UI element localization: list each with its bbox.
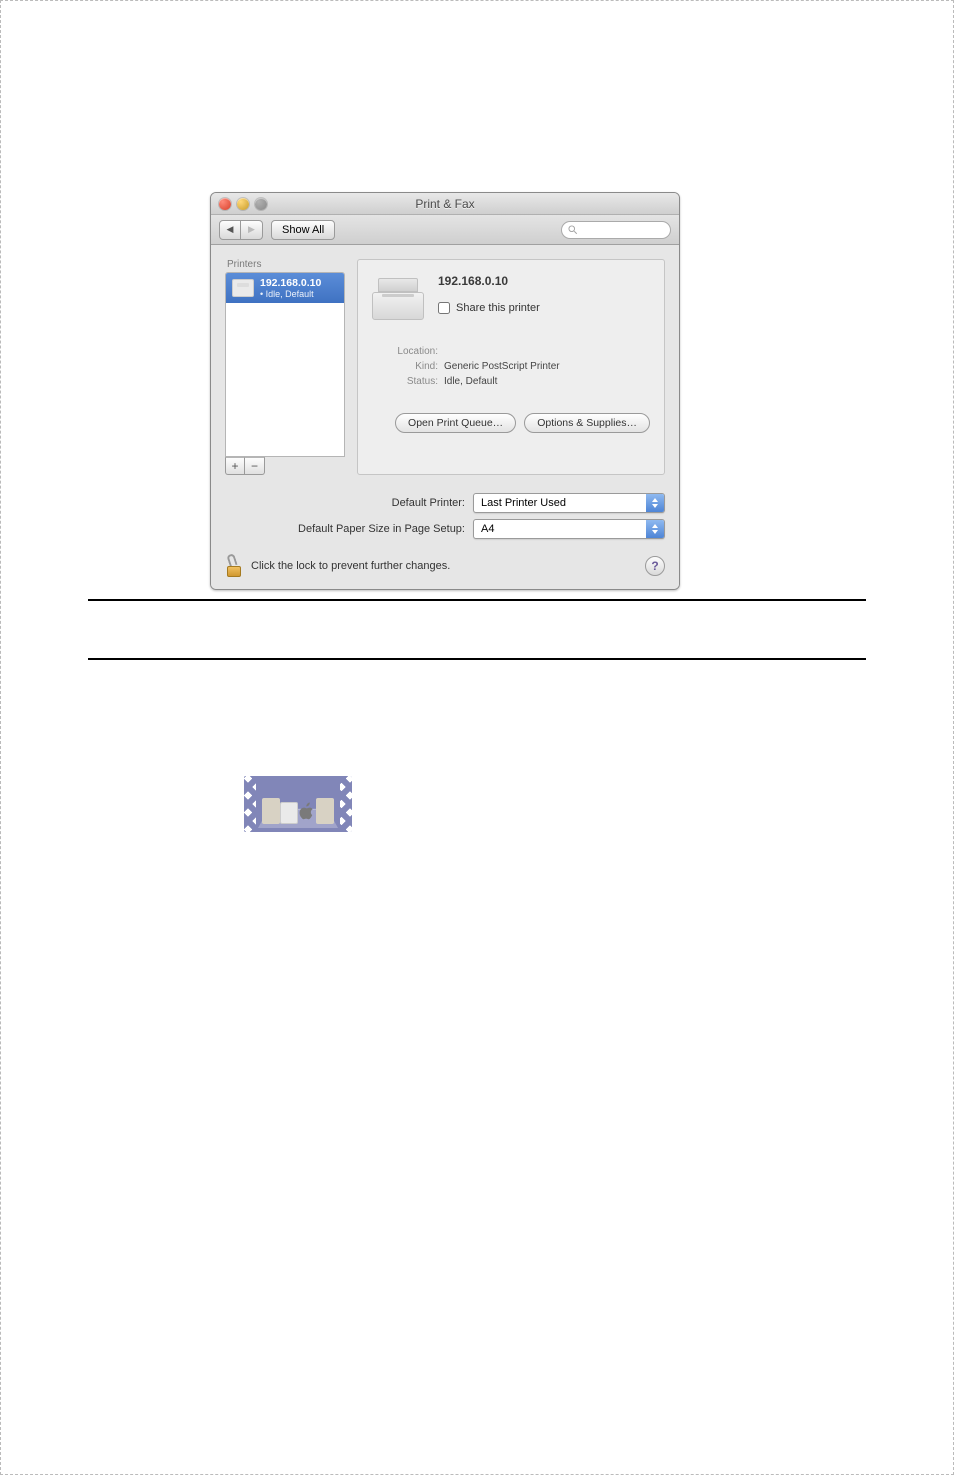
options-supplies-button[interactable]: Options & Supplies… bbox=[524, 413, 650, 433]
open-queue-label: Open Print Queue… bbox=[408, 417, 503, 429]
detail-buttons: Open Print Queue… Options & Supplies… bbox=[372, 413, 650, 433]
detail-top: 192.168.0.10 Share this printer bbox=[372, 272, 650, 324]
footer-row: Click the lock to prevent further change… bbox=[225, 555, 665, 577]
toolbar: ◀ ▶ Show All bbox=[211, 215, 679, 245]
paper-size-select[interactable]: A4 bbox=[473, 519, 665, 539]
status-value: Idle, Default bbox=[444, 376, 497, 387]
printer-item-text: 192.168.0.10 • Idle, Default bbox=[260, 277, 321, 299]
kind-label: Kind: bbox=[372, 361, 438, 372]
kind-value: Generic PostScript Printer bbox=[444, 361, 560, 372]
divider bbox=[88, 599, 866, 601]
dock-finder-icon bbox=[280, 802, 298, 824]
paper-size-value: A4 bbox=[481, 523, 494, 535]
printers-label: Printers bbox=[225, 259, 345, 270]
paper-size-label: Default Paper Size in Page Setup: bbox=[298, 523, 465, 535]
location-row: Location: bbox=[372, 346, 650, 357]
printer-item-status: • Idle, Default bbox=[260, 289, 321, 299]
remove-printer-button[interactable]: − bbox=[245, 457, 265, 475]
kind-row: Kind: Generic PostScript Printer bbox=[372, 361, 650, 372]
show-all-button[interactable]: Show All bbox=[271, 220, 335, 240]
paper-size-row: Default Paper Size in Page Setup: A4 bbox=[225, 519, 665, 539]
forward-button: ▶ bbox=[241, 220, 263, 240]
printer-large-icon bbox=[372, 272, 424, 324]
share-label: Share this printer bbox=[456, 302, 540, 314]
printer-list-section: Printers 192.168.0.10 • Idle, Default + … bbox=[225, 259, 345, 475]
detail-pane: 192.168.0.10 Share this printer Location… bbox=[357, 259, 665, 475]
printer-icon bbox=[232, 279, 254, 297]
printer-name-title: 192.168.0.10 bbox=[438, 274, 540, 288]
dock-app-icon bbox=[262, 798, 280, 824]
info-grid: Location: Kind: Generic PostScript Print… bbox=[372, 346, 650, 387]
help-button[interactable]: ? bbox=[645, 556, 665, 576]
lock-icon[interactable] bbox=[225, 555, 243, 577]
search-input[interactable] bbox=[561, 221, 671, 239]
add-printer-button[interactable]: + bbox=[225, 457, 245, 475]
content-area: Printers 192.168.0.10 • Idle, Default + … bbox=[211, 245, 679, 589]
dropdown-section: Default Printer: Last Printer Used Defau… bbox=[225, 493, 665, 539]
titlebar: Print & Fax bbox=[211, 193, 679, 215]
lock-text: Click the lock to prevent further change… bbox=[251, 560, 450, 572]
help-label: ? bbox=[651, 559, 658, 573]
detail-header: 192.168.0.10 Share this printer bbox=[438, 272, 540, 314]
options-label: Options & Supplies… bbox=[537, 417, 637, 429]
location-label: Location: bbox=[372, 346, 438, 357]
print-fax-window: Print & Fax ◀ ▶ Show All Printers 192.16… bbox=[210, 192, 680, 590]
default-printer-value: Last Printer Used bbox=[481, 497, 566, 509]
printer-item-name: 192.168.0.10 bbox=[260, 277, 321, 289]
default-printer-row: Default Printer: Last Printer Used bbox=[225, 493, 665, 513]
status-label: Status: bbox=[372, 376, 438, 387]
window-title: Print & Fax bbox=[211, 197, 679, 211]
share-checkbox-input[interactable] bbox=[438, 302, 450, 314]
status-row: Status: Idle, Default bbox=[372, 376, 650, 387]
default-printer-label: Default Printer: bbox=[392, 497, 465, 509]
dropdown-arrow-icon bbox=[646, 520, 664, 538]
main-row: Printers 192.168.0.10 • Idle, Default + … bbox=[225, 259, 665, 475]
printer-list-item[interactable]: 192.168.0.10 • Idle, Default bbox=[226, 273, 344, 303]
dock-app-icon bbox=[316, 798, 334, 824]
share-printer-checkbox[interactable]: Share this printer bbox=[438, 302, 540, 314]
default-printer-select[interactable]: Last Printer Used bbox=[473, 493, 665, 513]
dock-apple-icon bbox=[298, 800, 316, 824]
divider bbox=[88, 658, 866, 660]
list-buttons: + − bbox=[225, 457, 345, 475]
search-icon bbox=[568, 225, 578, 235]
dock-image bbox=[244, 776, 352, 832]
printer-list[interactable]: 192.168.0.10 • Idle, Default bbox=[225, 272, 345, 457]
back-button[interactable]: ◀ bbox=[219, 220, 241, 240]
nav-buttons: ◀ ▶ bbox=[219, 220, 263, 240]
dropdown-arrow-icon bbox=[646, 494, 664, 512]
open-print-queue-button[interactable]: Open Print Queue… bbox=[395, 413, 516, 433]
show-all-label: Show All bbox=[282, 224, 324, 236]
